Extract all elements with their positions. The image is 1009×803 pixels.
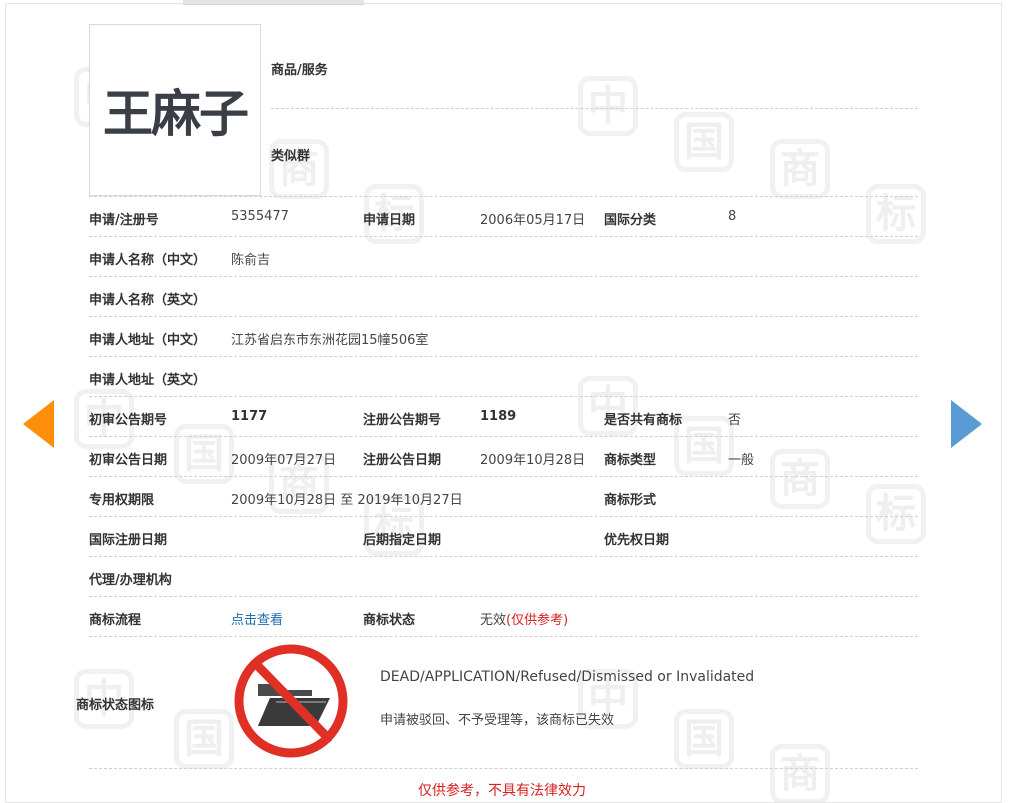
divider <box>89 596 918 597</box>
address-en-label: 申请人地址（英文） <box>89 373 207 388</box>
watermark-char: 国 <box>674 416 734 476</box>
divider <box>89 396 918 397</box>
shared-mark-label: 是否共有商标 <box>604 413 683 428</box>
prelim-date-value: 2009年07月27日 <box>231 453 337 468</box>
divider <box>89 476 918 477</box>
reg-no-label: 申请/注册号 <box>89 213 159 228</box>
address-cn-value: 江苏省启东市东洲花园15幢506室 <box>231 333 429 348</box>
divider <box>89 276 918 277</box>
process-view-link[interactable]: 点击查看 <box>231 609 283 628</box>
divider <box>89 516 918 517</box>
status-note: (仅供参考) <box>506 613 569 628</box>
watermark-char: 标 <box>866 484 926 544</box>
app-date-value: 2006年05月17日 <box>480 213 586 228</box>
process-label: 商标流程 <box>89 613 142 628</box>
left-arrow-icon[interactable] <box>23 400 54 448</box>
agent-label: 代理/办理机构 <box>89 573 172 588</box>
watermark-char: 商 <box>770 139 830 199</box>
prelim-no-label: 初审公告期号 <box>89 413 168 428</box>
address-cn-label: 申请人地址（中文） <box>89 333 207 348</box>
reg-pub-date-value: 2009年10月28日 <box>480 453 586 468</box>
goods-services-label: 商品/服务 <box>271 63 328 78</box>
no-folder-icon <box>234 644 348 758</box>
watermark-char: 商 <box>770 744 830 802</box>
priority-date-label: 优先权日期 <box>604 533 670 548</box>
watermark-char: 中 <box>578 76 638 136</box>
reg-no-value: 5355477 <box>231 209 289 224</box>
intl-class-label: 国际分类 <box>604 213 657 228</box>
intl-class-value: 8 <box>728 209 737 224</box>
prelim-no-value: 1177 <box>231 409 268 424</box>
watermark-char: 国 <box>174 709 234 769</box>
divider <box>89 236 918 237</box>
status-label: 商标状态 <box>363 613 416 628</box>
reg-pub-date-label: 注册公告日期 <box>363 453 442 468</box>
prelim-date-label: 初审公告日期 <box>89 453 168 468</box>
right-arrow-icon[interactable] <box>951 400 982 448</box>
intl-reg-date-label: 国际注册日期 <box>89 533 168 548</box>
mark-type-value: 一般 <box>728 453 755 468</box>
trademark-detail-panel: 中 国 商 标 中 国 商 标 中 国 商 标 中 国 商 标 中 国 中 国 … <box>5 3 1002 803</box>
term-value: 2009年10月28日 至 2019年10月27日 <box>231 493 463 508</box>
divider <box>89 436 918 437</box>
term-label: 专用权期限 <box>89 493 155 508</box>
legal-disclaimer: 仅供参考，不具有法律效力 <box>418 783 586 799</box>
status-english: DEAD/APPLICATION/Refused/Dismissed or In… <box>380 669 755 685</box>
watermark-char: 国 <box>674 709 734 769</box>
watermark-char: 国 <box>674 112 734 172</box>
divider <box>89 768 918 769</box>
divider <box>89 356 918 357</box>
mark-form-label: 商标形式 <box>604 493 657 508</box>
status-icon-label: 商标状态图标 <box>76 698 155 713</box>
applicant-cn-value: 陈俞吉 <box>231 253 271 268</box>
status-text: 无效 <box>480 613 507 628</box>
divider <box>89 196 918 197</box>
watermark-char: 国 <box>174 424 234 484</box>
status-chinese: 申请被驳回、不予受理等，该商标已失效 <box>380 713 615 728</box>
trademark-image: 王麻子 <box>89 24 261 196</box>
applicant-en-label: 申请人名称（英文） <box>89 293 207 308</box>
mark-type-label: 商标类型 <box>604 453 657 468</box>
reg-pub-no-value: 1189 <box>480 409 517 424</box>
divider <box>271 108 918 109</box>
watermark-char: 标 <box>866 184 926 244</box>
reg-pub-no-label: 注册公告期号 <box>363 413 442 428</box>
applicant-cn-label: 申请人名称（中文） <box>89 253 207 268</box>
divider <box>89 556 918 557</box>
status-value: 无效(仅供参考) <box>480 609 568 628</box>
watermark-char: 商 <box>770 449 830 509</box>
divider <box>89 316 918 317</box>
divider <box>89 636 918 637</box>
shared-mark-value: 否 <box>728 413 742 428</box>
similar-group-label: 类似群 <box>271 149 311 164</box>
app-date-label: 申请日期 <box>363 213 416 228</box>
trademark-logo-text: 王麻子 <box>103 84 249 143</box>
later-designation-label: 后期指定日期 <box>363 533 442 548</box>
